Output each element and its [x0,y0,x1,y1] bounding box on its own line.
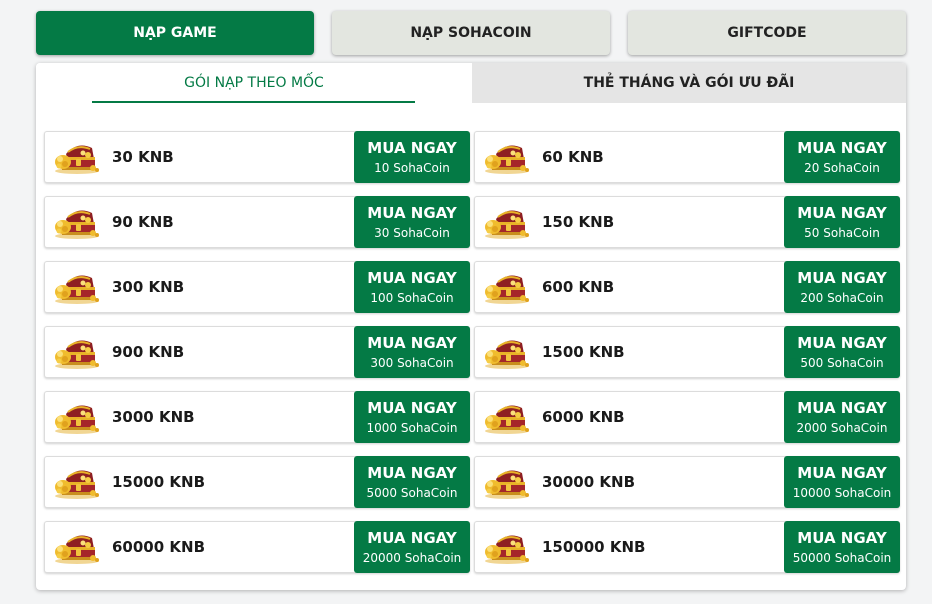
buy-now-button[interactable]: MUA NGAY 50000 SohaCoin [784,521,900,573]
buy-now-label: MUA NGAY [797,398,887,417]
package-card: 300 KNB MUA NGAY 100 SohaCoin [44,261,470,313]
buy-now-button[interactable]: MUA NGAY 50 SohaCoin [784,196,900,248]
treasure-chest-icon [53,270,101,304]
package-price: 10 SohaCoin [374,160,450,175]
package-price: 1000 SohaCoin [366,420,458,435]
package-amount: 150000 KNB [542,538,646,556]
package-card: 30 KNB MUA NGAY 10 SohaCoin [44,131,470,183]
package-amount: 600 KNB [542,278,615,296]
package-amount: 150 KNB [542,213,615,231]
package-price: 10000 SohaCoin [792,485,892,500]
top-tabs: NẠP GAME NẠP SOHACOIN GIFTCODE [36,11,906,55]
package-amount: 90 KNB [112,213,174,231]
package-price: 30 SohaCoin [374,225,450,240]
treasure-chest-icon [53,465,101,499]
buy-now-button[interactable]: MUA NGAY 200 SohaCoin [784,261,900,313]
package-price: 500 SohaCoin [800,355,884,370]
package-card: 15000 KNB MUA NGAY 5000 SohaCoin [44,456,470,508]
package-amount: 3000 KNB [112,408,195,426]
package-panel: GÓI NẠP THEO MỐC THẺ THÁNG VÀ GÓI ƯU ĐÃI… [36,63,906,590]
package-card: 3000 KNB MUA NGAY 1000 SohaCoin [44,391,470,443]
treasure-chest-icon [53,400,101,434]
tab-nap-game[interactable]: NẠP GAME [36,11,314,55]
buy-now-label: MUA NGAY [367,333,457,352]
buy-now-button[interactable]: MUA NGAY 1000 SohaCoin [354,391,470,443]
package-card: 1500 KNB MUA NGAY 500 SohaCoin [474,326,900,378]
buy-now-button[interactable]: MUA NGAY 30 SohaCoin [354,196,470,248]
treasure-chest-icon [483,205,531,239]
active-tab-underline [92,101,415,103]
buy-now-button[interactable]: MUA NGAY 20 SohaCoin [784,131,900,183]
package-price: 5000 SohaCoin [366,485,458,500]
package-amount: 30 KNB [112,148,174,166]
package-amount: 60000 KNB [112,538,206,556]
treasure-chest-icon [483,335,531,369]
buy-now-label: MUA NGAY [367,528,457,547]
treasure-chest-icon [53,530,101,564]
package-price: 50000 SohaCoin [792,550,892,565]
package-price: 100 SohaCoin [370,290,454,305]
package-card: 150 KNB MUA NGAY 50 SohaCoin [474,196,900,248]
buy-now-button[interactable]: MUA NGAY 2000 SohaCoin [784,391,900,443]
buy-now-button[interactable]: MUA NGAY 300 SohaCoin [354,326,470,378]
package-amount: 15000 KNB [112,473,206,491]
package-card: 60 KNB MUA NGAY 20 SohaCoin [474,131,900,183]
buy-now-button[interactable]: MUA NGAY 500 SohaCoin [784,326,900,378]
treasure-chest-icon [53,335,101,369]
package-price: 50 SohaCoin [804,225,880,240]
buy-now-button[interactable]: MUA NGAY 100 SohaCoin [354,261,470,313]
package-card: 90 KNB MUA NGAY 30 SohaCoin [44,196,470,248]
buy-now-label: MUA NGAY [797,463,887,482]
package-amount: 900 KNB [112,343,185,361]
package-price: 20 SohaCoin [804,160,880,175]
subtab-label: GÓI NẠP THEO MỐC [184,75,324,91]
package-price: 20000 SohaCoin [362,550,462,565]
treasure-chest-icon [483,530,531,564]
package-card: 150000 KNB MUA NGAY 50000 SohaCoin [474,521,900,573]
package-card: 6000 KNB MUA NGAY 2000 SohaCoin [474,391,900,443]
treasure-chest-icon [53,140,101,174]
treasure-chest-icon [483,270,531,304]
treasure-chest-icon [53,205,101,239]
treasure-chest-icon [483,140,531,174]
sub-tabs: GÓI NẠP THEO MỐC THẺ THÁNG VÀ GÓI ƯU ĐÃI [36,63,906,103]
buy-now-label: MUA NGAY [367,398,457,417]
subtab-goi-nap-theo-moc[interactable]: GÓI NẠP THEO MỐC [36,63,472,103]
buy-now-button[interactable]: MUA NGAY 10000 SohaCoin [784,456,900,508]
package-amount: 60 KNB [542,148,604,166]
package-price: 2000 SohaCoin [796,420,888,435]
subtab-the-thang[interactable]: THẺ THÁNG VÀ GÓI ƯU ĐÃI [472,63,906,103]
package-amount: 6000 KNB [542,408,625,426]
package-card: 600 KNB MUA NGAY 200 SohaCoin [474,261,900,313]
treasure-chest-icon [483,465,531,499]
package-price: 200 SohaCoin [800,290,884,305]
buy-now-button[interactable]: MUA NGAY 10 SohaCoin [354,131,470,183]
package-amount: 300 KNB [112,278,185,296]
buy-now-label: MUA NGAY [797,268,887,287]
buy-now-label: MUA NGAY [797,138,887,157]
buy-now-label: MUA NGAY [797,528,887,547]
buy-now-label: MUA NGAY [367,138,457,157]
package-card: 900 KNB MUA NGAY 300 SohaCoin [44,326,470,378]
tab-giftcode[interactable]: GIFTCODE [628,11,906,55]
package-card: 30000 KNB MUA NGAY 10000 SohaCoin [474,456,900,508]
buy-now-label: MUA NGAY [797,203,887,222]
package-amount: 30000 KNB [542,473,636,491]
buy-now-button[interactable]: MUA NGAY 20000 SohaCoin [354,521,470,573]
package-card: 60000 KNB MUA NGAY 20000 SohaCoin [44,521,470,573]
treasure-chest-icon [483,400,531,434]
buy-now-label: MUA NGAY [367,203,457,222]
buy-now-label: MUA NGAY [367,463,457,482]
buy-now-label: MUA NGAY [367,268,457,287]
package-amount: 1500 KNB [542,343,625,361]
buy-now-label: MUA NGAY [797,333,887,352]
package-price: 300 SohaCoin [370,355,454,370]
tab-nap-sohacoin[interactable]: NẠP SOHACOIN [332,11,610,55]
buy-now-button[interactable]: MUA NGAY 5000 SohaCoin [354,456,470,508]
